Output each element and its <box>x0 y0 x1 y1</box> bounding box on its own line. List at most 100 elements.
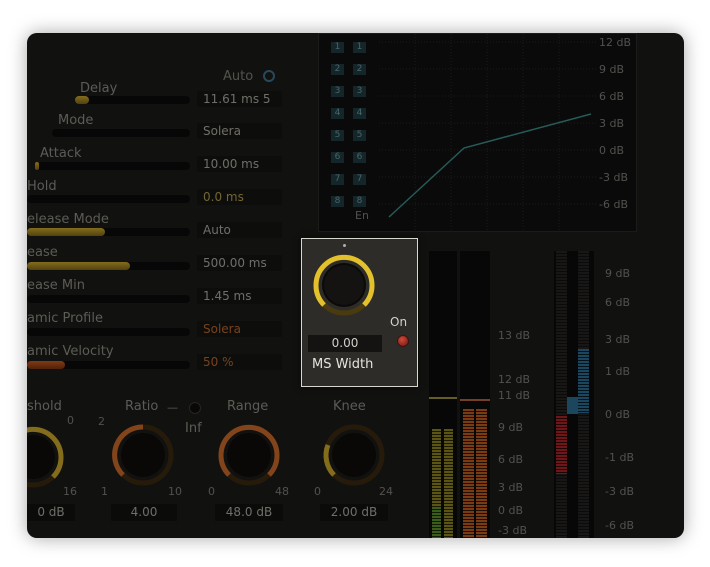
channel-4-left-button[interactable]: 4 <box>331 108 344 119</box>
delay-value[interactable]: 11.61 ms 5 <box>203 92 271 106</box>
transfer-curve-line <box>388 113 592 218</box>
attack-label: Attack <box>40 146 82 161</box>
ratio-scale-left-top: 2 <box>98 415 105 428</box>
dynamic-velocity-value[interactable]: 50 % <box>203 355 234 369</box>
release-mode-slider[interactable] <box>27 228 190 236</box>
ms-width-popup: On 0.00 MS Width <box>301 238 418 387</box>
ratio-scale-left: 1 <box>101 485 108 498</box>
knee-knob[interactable] <box>320 421 388 489</box>
meter-right-scale-label: -6 dB <box>605 519 634 532</box>
meter-left-scale-label: 0 dB <box>498 504 524 517</box>
threshold-label: shold <box>27 399 62 414</box>
channel-1-left-button[interactable]: 1 <box>331 42 344 53</box>
ratio-value[interactable]: 4.00 <box>111 504 177 521</box>
dynamic-profile-value[interactable]: Solera <box>203 322 241 336</box>
delay-slider[interactable] <box>75 96 190 104</box>
channel-6-right-button[interactable]: 6 <box>353 152 366 163</box>
ms-width-value[interactable]: 0.00 <box>308 335 382 352</box>
channel-8-left-button[interactable]: 8 <box>331 196 344 207</box>
attack-value[interactable]: 10.00 ms <box>203 157 259 171</box>
channel-2-left-button[interactable]: 2 <box>331 64 344 75</box>
channel-7-right-button[interactable]: 7 <box>353 174 366 185</box>
dynamic-velocity-label: amic Velocity <box>27 344 114 359</box>
channel-7-left-button[interactable]: 7 <box>331 174 344 185</box>
ratio-dash: — <box>167 401 178 414</box>
channel-5-left-button[interactable]: 5 <box>331 130 344 141</box>
dynamic-velocity-slider[interactable] <box>27 361 190 369</box>
en-label: En <box>355 209 369 222</box>
channel-1-right-button[interactable]: 1 <box>353 42 366 53</box>
graph-db-label: 3 dB <box>599 117 625 130</box>
meter-left-scale-label: 11 dB <box>498 389 531 402</box>
input-meter-left <box>429 251 457 538</box>
meter-left-scale-label: 3 dB <box>498 481 524 494</box>
channel-3-left-button[interactable]: 3 <box>331 86 344 97</box>
meter-right-scale-label: 6 dB <box>605 296 631 309</box>
graph-db-label: -3 dB <box>599 171 628 184</box>
threshold-value[interactable]: 0 dB <box>27 504 75 521</box>
meter-left-scale-label: 6 dB <box>498 453 524 466</box>
meter-right-scale-label: 1 dB <box>605 365 631 378</box>
release-min-slider[interactable] <box>27 295 190 303</box>
graph-db-label: -6 dB <box>599 198 628 211</box>
graph-db-label: 12 dB <box>599 36 632 49</box>
release-min-value[interactable]: 1.45 ms <box>203 289 251 303</box>
ratio-inf-toggle[interactable] <box>189 402 201 414</box>
ratio-inf-label: Inf <box>185 421 202 436</box>
threshold-knob[interactable] <box>27 423 67 491</box>
release-min-label: ease Min <box>27 278 85 293</box>
threshold-scale-top: 0 <box>67 414 74 427</box>
ms-width-knob[interactable] <box>309 250 379 320</box>
channel-5-right-button[interactable]: 5 <box>353 130 366 141</box>
meter-left-scale-label: 9 dB <box>498 421 524 434</box>
meter-right-scale-label: 3 dB <box>605 333 631 346</box>
release-value[interactable]: 500.00 ms <box>203 256 267 270</box>
channel-6-left-button[interactable]: 6 <box>331 152 344 163</box>
transfer-curve-graph: 1122334455667788 En 12 dB 9 dB 6 dB 3 dB 0 d… <box>318 33 637 232</box>
knee-value[interactable]: 2.00 dB <box>320 504 388 521</box>
channel-4-right-button[interactable]: 4 <box>353 108 366 119</box>
attack-slider[interactable] <box>35 162 190 170</box>
dynamic-profile-slider[interactable] <box>27 328 190 336</box>
knee-label: Knee <box>333 399 366 414</box>
channel-8-right-button[interactable]: 8 <box>353 196 366 207</box>
graph-db-label: 6 dB <box>599 90 625 103</box>
ms-on-led-button[interactable] <box>397 335 409 347</box>
gain-reduction-meter <box>460 251 490 538</box>
range-knob[interactable] <box>215 421 283 489</box>
graph-db-label: 9 dB <box>599 63 625 76</box>
meter-left-scale-label: -3 dB <box>498 524 527 537</box>
dynamic-profile-label: amic Profile <box>27 311 103 326</box>
channel-2-right-button[interactable]: 2 <box>353 64 366 75</box>
range-scale-left: 0 <box>208 485 215 498</box>
auto-refresh-icon[interactable] <box>263 70 275 82</box>
meter-right-scale-label: 9 dB <box>605 267 631 280</box>
ms-on-label: On <box>390 315 408 329</box>
channel-3-right-button[interactable]: 3 <box>353 86 366 97</box>
hold-slider[interactable] <box>27 195 190 203</box>
range-value[interactable]: 48.0 dB <box>215 504 283 521</box>
release-label: ease <box>27 245 58 260</box>
meter-right-scale-label: -3 dB <box>605 485 634 498</box>
meter-left-scale-label: 12 dB <box>498 373 531 386</box>
meter-right-scale-label: 0 dB <box>605 408 631 421</box>
delay-label: Delay <box>80 81 118 96</box>
meter-left-scale-label: 13 dB <box>498 329 531 342</box>
auto-label: Auto <box>223 69 254 84</box>
mode-value[interactable]: Solera <box>203 124 241 138</box>
graph-db-label: 0 dB <box>599 144 625 157</box>
meter-right-scale-label: -1 dB <box>605 451 634 464</box>
release-slider[interactable] <box>27 262 190 270</box>
ms-width-label: MS Width <box>312 357 374 372</box>
hold-value[interactable]: 0.0 ms <box>203 190 244 204</box>
curve-plot <box>379 34 597 231</box>
release-mode-label: elease Mode <box>27 212 109 227</box>
ratio-knob[interactable] <box>109 421 177 489</box>
range-label: Range <box>227 399 269 414</box>
output-meter <box>554 251 594 538</box>
mode-slider[interactable] <box>52 129 190 137</box>
release-mode-value[interactable]: Auto <box>203 223 231 237</box>
mode-label: Mode <box>58 113 94 128</box>
ratio-label: Ratio <box>125 399 159 414</box>
hold-label: Hold <box>27 179 57 194</box>
